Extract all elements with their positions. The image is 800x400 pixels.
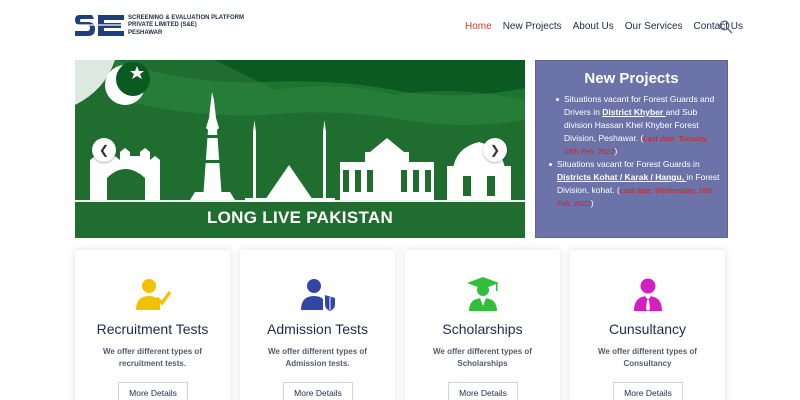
- project-item: Situations vacant for Forest Guards in D…: [536, 158, 727, 210]
- card-title: Recruitment Tests: [96, 321, 209, 337]
- project-text: ): [614, 146, 618, 156]
- slider-next-button[interactable]: ❯: [483, 138, 507, 162]
- chevron-right-icon: ❯: [489, 143, 501, 157]
- more-details-button[interactable]: More Details: [613, 382, 683, 400]
- slider-prev-button[interactable]: ❮: [92, 138, 116, 162]
- card-title: Admission Tests: [267, 321, 368, 337]
- project-item: Situations vacant for Forest Guards and …: [536, 93, 727, 158]
- project-text: Situations vacant for Forest Guards in: [557, 159, 700, 169]
- user-check-icon: [136, 279, 171, 310]
- card-description: We offer different types of Scholarships: [433, 347, 532, 368]
- logo-line: PRIVATE LIMITED (S&E): [128, 22, 197, 29]
- chevron-left-icon: ❮: [98, 143, 110, 157]
- nav-new-projects[interactable]: New Projects: [503, 21, 562, 32]
- more-details-button[interactable]: More Details: [283, 382, 353, 400]
- project-district-link[interactable]: District Khyber: [602, 107, 665, 117]
- logo-line: PESHAWAR: [128, 29, 163, 36]
- project-district-link[interactable]: Districts Kohat / Karak / Hangu,: [557, 172, 686, 182]
- logo-text: SCREENING & EVALUATION PLATFORM PRIVATE …: [128, 15, 244, 38]
- site-logo[interactable]: SCREENING & EVALUATION PLATFORM PRIVATE …: [74, 12, 244, 40]
- graduate-icon: [467, 277, 499, 311]
- projects-list: Situations vacant for Forest Guards and …: [536, 93, 727, 210]
- hero-slider: LONG LIVE PAKISTAN ❮ ❯: [75, 60, 525, 238]
- search-icon[interactable]: [719, 20, 733, 34]
- more-details-button[interactable]: More Details: [118, 382, 188, 400]
- card-recruitment-tests: Recruitment Tests We offer different typ…: [75, 250, 230, 400]
- site-header: SCREENING & EVALUATION PLATFORM PRIVATE …: [0, 0, 800, 56]
- nav-our-services[interactable]: Our Services: [625, 21, 683, 32]
- bullet-icon: [556, 98, 559, 101]
- main-nav: Home New Projects About Us Our Services …: [465, 21, 754, 32]
- card-description: We offer different types of recruitment …: [103, 347, 202, 368]
- card-description: We offer different types of Consultancy: [598, 347, 697, 368]
- page: SCREENING & EVALUATION PLATFORM PRIVATE …: [0, 0, 800, 400]
- card-title: Cunsultancy: [608, 321, 687, 337]
- project-text: ): [590, 198, 594, 208]
- banner-caption: LONG LIVE PAKISTAN: [206, 208, 394, 227]
- nav-home[interactable]: Home: [465, 21, 492, 32]
- card-description: We offer different types of Admission te…: [268, 347, 367, 368]
- card-scholarships: Scholarships We offer different types of…: [405, 250, 560, 400]
- logo-line: SCREENING & EVALUATION PLATFORM: [128, 14, 244, 21]
- bullet-icon: [549, 163, 552, 166]
- card-consultancy: Cunsultancy We offer different types of …: [570, 250, 725, 400]
- user-shield-icon: [301, 279, 335, 311]
- more-details-button[interactable]: More Details: [448, 382, 518, 400]
- card-title: Scholarships: [442, 321, 523, 337]
- new-projects-title: New Projects: [584, 70, 679, 87]
- new-projects-panel: New Projects Situations vacant for Fores…: [535, 60, 728, 238]
- nav-about-us[interactable]: About Us: [573, 21, 614, 32]
- card-admission-tests: Admission Tests We offer different types…: [240, 250, 395, 400]
- consultant-icon: [634, 278, 662, 311]
- se-logo-icon: [74, 15, 126, 36]
